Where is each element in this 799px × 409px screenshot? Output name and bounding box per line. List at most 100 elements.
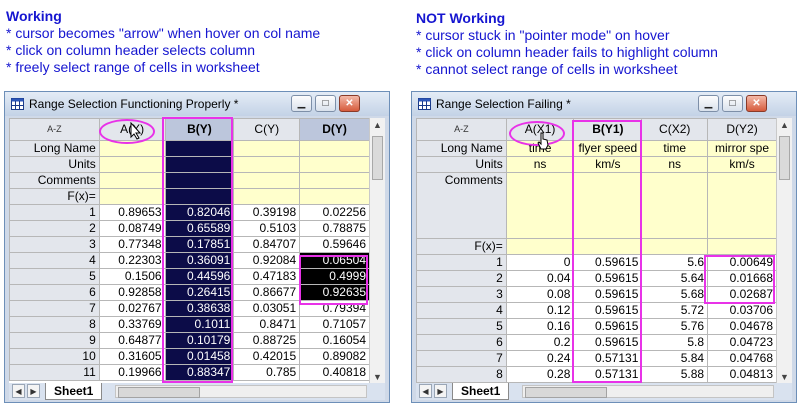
row-number[interactable]: 1: [9, 204, 100, 221]
horizontal-scroll-thumb[interactable]: [525, 387, 607, 398]
row-label-comments[interactable]: Comments: [9, 172, 100, 189]
data-cell[interactable]: 0.31605: [98, 348, 166, 365]
data-cell[interactable]: 0.12: [505, 302, 575, 319]
vertical-scrollbar[interactable]: ▲ ▼: [369, 118, 385, 384]
data-cell[interactable]: 0.8471: [233, 316, 301, 333]
data-cell[interactable]: 5.68: [641, 286, 709, 303]
data-cell[interactable]: 0.1506: [98, 268, 166, 285]
data-cell[interactable]: 0.08: [505, 286, 575, 303]
data-cell[interactable]: 0: [505, 254, 575, 271]
prev-sheet-icon[interactable]: ◀: [12, 384, 25, 398]
maximize-button[interactable]: □: [315, 95, 336, 112]
cell[interactable]: [233, 140, 301, 157]
horizontal-scrollbar[interactable]: [522, 385, 774, 398]
data-cell[interactable]: 0.16: [505, 318, 575, 335]
scroll-thumb[interactable]: [372, 136, 383, 180]
data-cell[interactable]: 0.59646: [299, 236, 370, 253]
data-cell[interactable]: 0.03706: [707, 302, 777, 319]
horizontal-scrollbar[interactable]: [115, 385, 367, 398]
cell[interactable]: [299, 140, 370, 157]
row-number[interactable]: 7: [9, 300, 100, 317]
cell[interactable]: [98, 172, 166, 189]
sheet-tab[interactable]: Sheet1: [45, 383, 103, 400]
row-number[interactable]: 4: [9, 252, 100, 269]
window-titlebar[interactable]: Range Selection Functioning Properly * ▁…: [5, 92, 389, 116]
data-cell[interactable]: 0.19966: [98, 364, 166, 381]
row-number[interactable]: 10: [9, 348, 100, 365]
scroll-up-icon[interactable]: ▲: [777, 118, 792, 132]
data-cell[interactable]: 0.02256: [299, 204, 370, 221]
data-cell[interactable]: 0.77348: [98, 236, 166, 253]
units-cell[interactable]: km/s: [707, 156, 777, 173]
data-cell[interactable]: 0.89082: [299, 348, 370, 365]
data-cell[interactable]: 0.2: [505, 334, 575, 351]
row-label-long-name[interactable]: Long Name: [416, 140, 507, 157]
data-cell[interactable]: 5.64: [641, 270, 709, 287]
column-header-d[interactable]: D(Y): [299, 118, 370, 141]
scroll-thumb[interactable]: [779, 136, 790, 180]
cell[interactable]: [299, 172, 370, 189]
close-button[interactable]: ✕: [746, 95, 767, 112]
column-header-c[interactable]: C(X2): [641, 118, 709, 141]
row-number[interactable]: 3: [9, 236, 100, 253]
row-number[interactable]: 1: [416, 254, 507, 271]
data-cell[interactable]: 0.88725: [233, 332, 301, 349]
data-cell[interactable]: 5.88: [641, 366, 709, 383]
data-cell[interactable]: 0.24: [505, 350, 575, 367]
data-cell[interactable]: 0.04813: [707, 366, 777, 383]
long-name-cell[interactable]: time: [641, 140, 709, 157]
units-cell[interactable]: ns: [505, 156, 575, 173]
row-number[interactable]: 8: [9, 316, 100, 333]
row-label-units[interactable]: Units: [416, 156, 507, 173]
long-name-cell[interactable]: mirror spe: [707, 140, 777, 157]
row-label-units[interactable]: Units: [9, 156, 100, 173]
row-number[interactable]: 3: [416, 286, 507, 303]
data-cell[interactable]: 0.89653: [98, 204, 166, 221]
window-titlebar[interactable]: Range Selection Failing * ▁ □ ✕: [412, 92, 796, 116]
cell[interactable]: [233, 172, 301, 189]
data-cell[interactable]: 0.33769: [98, 316, 166, 333]
scroll-up-icon[interactable]: ▲: [370, 118, 385, 132]
data-cell[interactable]: 0.5103: [233, 220, 301, 237]
select-all-corner[interactable]: A-Z: [9, 118, 100, 141]
maximize-button[interactable]: □: [722, 95, 743, 112]
close-button[interactable]: ✕: [339, 95, 360, 112]
data-cell[interactable]: 0.42015: [233, 348, 301, 365]
data-cell[interactable]: 0.22303: [98, 252, 166, 269]
next-sheet-icon[interactable]: ▶: [27, 384, 40, 398]
data-cell[interactable]: 0.08749: [98, 220, 166, 237]
prev-sheet-icon[interactable]: ◀: [419, 384, 432, 398]
data-cell[interactable]: 0.02767: [98, 300, 166, 317]
row-number[interactable]: 8: [416, 366, 507, 383]
row-label-long-name[interactable]: Long Name: [9, 140, 100, 157]
data-cell[interactable]: 0.92858: [98, 284, 166, 301]
data-cell[interactable]: 0.39198: [233, 204, 301, 221]
cell[interactable]: [98, 156, 166, 173]
data-cell[interactable]: 0.92084: [233, 252, 301, 269]
minimize-button[interactable]: ▁: [291, 95, 312, 112]
data-cell[interactable]: 5.72: [641, 302, 709, 319]
cell[interactable]: [98, 188, 166, 205]
data-cell[interactable]: 0.785: [233, 364, 301, 381]
sheet-tab[interactable]: Sheet1: [452, 383, 510, 400]
data-cell[interactable]: 5.76: [641, 318, 709, 335]
data-cell[interactable]: 0.03051: [233, 300, 301, 317]
data-cell[interactable]: 0.86677: [233, 284, 301, 301]
row-label-comments[interactable]: Comments: [416, 172, 507, 239]
scroll-down-icon[interactable]: ▼: [777, 370, 792, 384]
cell[interactable]: [299, 188, 370, 205]
row-number[interactable]: 6: [416, 334, 507, 351]
cell[interactable]: [233, 188, 301, 205]
data-cell[interactable]: 0.28: [505, 366, 575, 383]
data-cell[interactable]: 5.84: [641, 350, 709, 367]
data-cell[interactable]: 0.04678: [707, 318, 777, 335]
row-number[interactable]: 4: [416, 302, 507, 319]
data-cell[interactable]: 0.64877: [98, 332, 166, 349]
cell[interactable]: [641, 238, 709, 255]
vertical-scrollbar[interactable]: ▲ ▼: [776, 118, 792, 384]
data-cell[interactable]: 0.04768: [707, 350, 777, 367]
data-cell[interactable]: 0.40818: [299, 364, 370, 381]
data-cell[interactable]: 0.78875: [299, 220, 370, 237]
cell[interactable]: [233, 156, 301, 173]
cell[interactable]: [707, 172, 777, 239]
